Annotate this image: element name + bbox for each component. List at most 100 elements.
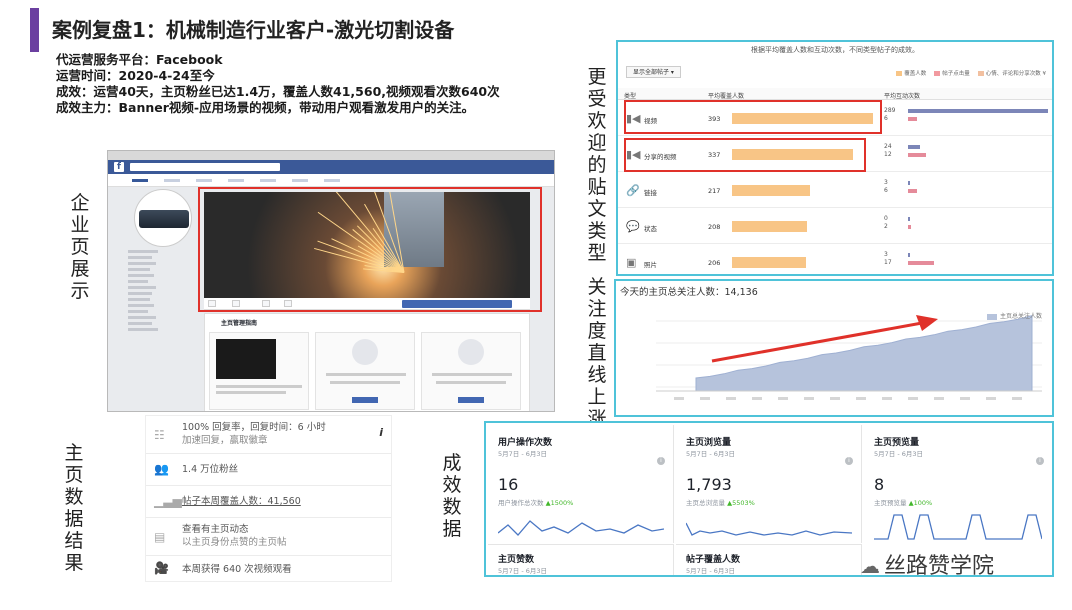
- col-avg-engagement: 平均互动次数: [884, 93, 921, 100]
- row-type-label: 状态: [644, 225, 657, 233]
- guide-card-insights[interactable]: [315, 332, 415, 410]
- facebook-search-input: [130, 163, 280, 171]
- row-clicks-bar: [908, 217, 910, 221]
- video-views-item[interactable]: 🎥 本周获得 640 次视频观看: [146, 556, 391, 583]
- photo-icon: ▣: [626, 256, 637, 269]
- card-user-actions[interactable]: 用户操作次数 5月7日 - 6月3日 i 16 用户操作总次数 ▲1500%: [488, 425, 674, 543]
- follower-legend: 主页总关注人数: [986, 311, 1042, 320]
- card-change: ▲100%: [908, 499, 933, 507]
- row-type-label: 照片: [644, 261, 657, 269]
- info-icon[interactable]: i: [845, 457, 853, 465]
- table-row[interactable]: 💬 状态 208 0 2: [618, 208, 1052, 244]
- x-tick-label: [700, 397, 710, 400]
- video-views-text: 本周获得 640 次视频观看: [182, 564, 292, 575]
- card-title: 主页预览量: [874, 438, 920, 448]
- response-rate-text: 100% 回复率，回复时间：6 小时: [182, 422, 326, 433]
- highlight-video-row: [624, 100, 882, 134]
- weekly-reach-item[interactable]: ▁▃▅ 帖子本周覆盖人数：41,560: [146, 486, 391, 518]
- status-icon: 💬: [626, 220, 640, 233]
- fans-item[interactable]: 👥 1.4 万位粉丝: [146, 454, 391, 486]
- watermark-text: 丝路赞学院: [884, 554, 995, 579]
- card-value: 16: [498, 475, 519, 494]
- row-avg-reach: 206: [708, 259, 721, 267]
- table-caption: 根据平均覆盖人数和互动次数，不同类型帖子的成效。: [751, 46, 919, 54]
- card-title: 帖子覆盖人数: [686, 555, 741, 565]
- guide-card-tips[interactable]: [421, 332, 521, 410]
- x-tick-label: [856, 397, 866, 400]
- response-icon: ☷: [154, 428, 165, 442]
- title-accent-bar: [30, 8, 39, 52]
- guide-title: 主页管理指南: [221, 320, 258, 327]
- bar-chart-icon: ▁▃▅: [154, 494, 182, 508]
- card-page-previews[interactable]: 主页预览量 5月7日 - 6月3日 i 8 主页预览量 ▲100%: [864, 425, 1052, 543]
- row-avg-reach: 208: [708, 223, 721, 231]
- card-value: 8: [874, 475, 885, 494]
- x-tick-label: [726, 397, 736, 400]
- facebook-top-bar: f: [108, 160, 554, 174]
- col-type: 类型: [624, 93, 637, 100]
- card-date: 5月7日 - 6月3日: [686, 567, 736, 575]
- x-tick-label: [674, 397, 684, 400]
- page-activity-sub: 以主页身份点赞的主页帖: [182, 537, 287, 548]
- card-subtitle: 主页总浏览量: [686, 499, 725, 507]
- video-camera-icon: 🎥: [154, 561, 169, 575]
- browser-address-bar: [108, 151, 554, 160]
- card-value: 1,793: [686, 475, 732, 494]
- row-reactions-bar: [908, 153, 926, 157]
- row-clicks-bar: [908, 109, 1048, 113]
- guide-card-video[interactable]: [209, 332, 309, 410]
- laser-machine-image: [139, 210, 189, 228]
- x-tick-label: [778, 397, 788, 400]
- response-rate-item[interactable]: ☷ 100% 回复率，回复时间：6 小时 加速回复，赢取徽章 i: [146, 416, 391, 454]
- card-title: 主页浏览量: [686, 438, 732, 448]
- row-reach-bar: [732, 257, 807, 268]
- x-tick-label: [882, 397, 892, 400]
- row-reactions-bar: [908, 117, 917, 121]
- table-legend: 覆盖人数 帖子点击量 心情、评论和分享次数 ¥: [896, 69, 1046, 77]
- col-avg-reach: 平均覆盖人数: [708, 93, 745, 100]
- page-management-guide: 主页管理指南: [204, 313, 530, 411]
- document-icon: ▤: [154, 530, 166, 544]
- wechat-icon: ☁: [860, 554, 880, 578]
- card-date: 5月7日 - 6月3日: [498, 567, 548, 575]
- card-page-views[interactable]: 主页浏览量 5月7日 - 6月3日 i 1,793 主页总浏览量 ▲5503%: [676, 425, 862, 543]
- label-follow-growth: 关注度直线上涨: [587, 276, 607, 430]
- card-page-likes[interactable]: 主页赞数 5月7日 - 6月3日: [488, 544, 674, 575]
- legend-reactions: 心情、评论和分享次数 ¥: [977, 69, 1046, 77]
- row-clicks-bar: [908, 181, 910, 185]
- info-platform: 代运营服务平台：Facebook: [56, 52, 223, 67]
- info-results: 成效：运营40天，主页粉丝已达1.4万，覆盖人数41,560,视频观看次数640…: [56, 84, 500, 99]
- card-change: ▲1500%: [545, 499, 574, 507]
- card-sparkline: [498, 520, 664, 536]
- row-avg-reach: 217: [708, 187, 721, 195]
- post-type-performance-table: 根据平均覆盖人数和互动次数，不同类型帖子的成效。 显示全部帖子 ▾ 覆盖人数 帖…: [616, 40, 1054, 280]
- info-icon[interactable]: i: [379, 426, 383, 439]
- label-results: 成效数据: [442, 452, 462, 540]
- table-row[interactable]: 🔗 链接 217 3 6: [618, 172, 1052, 208]
- card-sparkline: [874, 514, 1042, 540]
- card-date: 5月7日 - 6月3日: [686, 450, 736, 458]
- row-type-label: 链接: [644, 189, 657, 197]
- post-filter-dropdown[interactable]: 显示全部帖子 ▾: [626, 66, 681, 78]
- card-post-reach[interactable]: 帖子覆盖人数 5月7日 - 6月3日: [676, 544, 862, 575]
- info-main-driver: 成效主力：Banner视频-应用场景的视频，带动用户观看激发用户的关注。: [56, 100, 475, 115]
- card-subtitle: 用户操作总次数: [498, 499, 544, 507]
- brand-watermark: ☁ 丝路赞学院: [860, 548, 994, 580]
- x-tick-label: [830, 397, 840, 400]
- table-header: 类型 平均覆盖人数 平均互动次数: [618, 88, 1052, 100]
- video-highlight-box: [198, 187, 542, 312]
- response-badge-hint: 加速回复，赢取徽章: [182, 435, 268, 446]
- follower-growth-panel: 今天的主页总关注人数：14,136 主页总关注人数: [614, 279, 1054, 417]
- label-popular-posts: 更受欢迎的贴文类型: [587, 66, 607, 264]
- info-icon[interactable]: i: [1036, 457, 1044, 465]
- row-reactions-bar: [908, 225, 911, 229]
- row-engagement-counts: 24 12: [884, 143, 892, 158]
- weekly-reach-text[interactable]: 帖子本周覆盖人数：41,560: [182, 495, 301, 508]
- page-activity-item[interactable]: ▤ 查看有主页动态 以主页身份点赞的主页帖: [146, 518, 391, 556]
- row-engagement-counts: 289 6: [884, 107, 896, 122]
- people-icon: 👥: [154, 462, 169, 476]
- row-reactions-bar: [908, 261, 934, 265]
- info-icon[interactable]: i: [657, 457, 665, 465]
- table-row[interactable]: ▣ 照片 206 3 17: [618, 244, 1052, 280]
- card-date: 5月7日 - 6月3日: [498, 450, 548, 458]
